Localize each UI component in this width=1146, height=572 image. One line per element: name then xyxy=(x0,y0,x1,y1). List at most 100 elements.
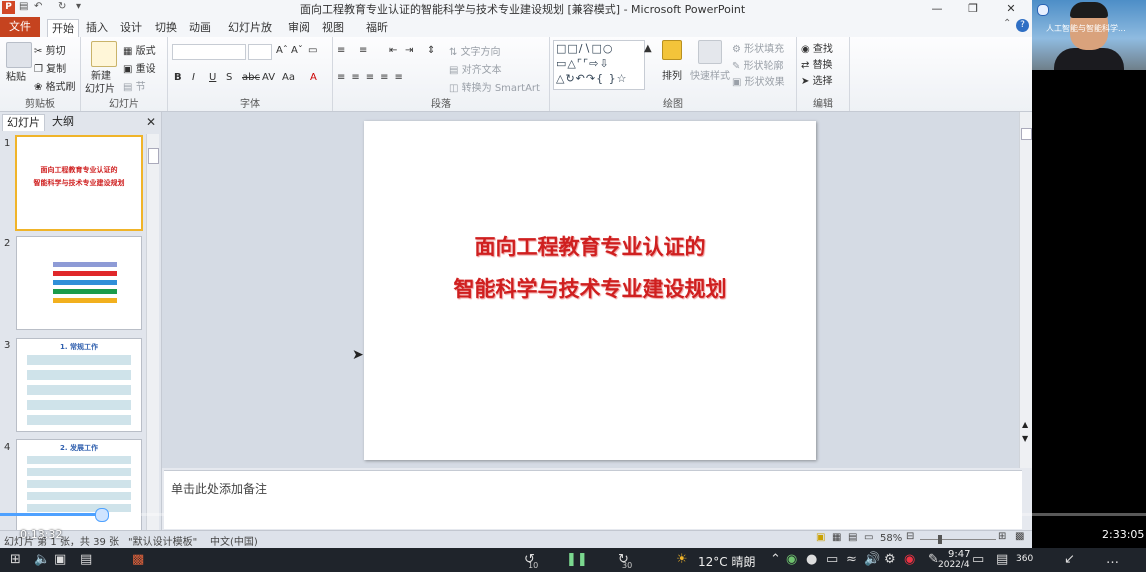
cut-button[interactable]: ✂ 剪切 xyxy=(34,42,66,57)
change-case-icon[interactable]: Aa xyxy=(282,72,295,83)
bold-icon[interactable]: B xyxy=(174,72,182,83)
security-icon[interactable]: ◉ xyxy=(904,552,915,567)
numbering-icon[interactable]: ≡ xyxy=(359,45,367,56)
panel-scrollbar[interactable] xyxy=(146,134,159,530)
slide-thumbnail-1[interactable]: 面向工程教育专业认证的 智能科学与技术专业建设规划 xyxy=(15,135,143,231)
shape-effects-button[interactable]: ▣ 形状效果 xyxy=(732,73,785,88)
volume-icon[interactable]: 🔈 xyxy=(34,552,50,567)
arrange-icon[interactable] xyxy=(662,40,682,60)
reading-view-icon[interactable]: ▤ xyxy=(848,532,857,543)
select-button[interactable]: ➤ 选择 xyxy=(801,72,833,87)
grow-font-icon[interactable]: Aˆ Aˇ xyxy=(276,45,303,56)
tab-design[interactable]: 设计 xyxy=(118,19,144,37)
taskview-icon[interactable]: ▤ xyxy=(80,552,92,567)
battery-icon[interactable]: ▭ xyxy=(826,552,838,567)
redo-icon[interactable]: ↻ xyxy=(58,1,66,12)
paste-icon[interactable] xyxy=(6,42,32,68)
clear-format-icon[interactable]: ▭ xyxy=(308,45,317,56)
windows-start-icon[interactable]: ⊞ xyxy=(10,552,21,567)
tab-home[interactable]: 开始 xyxy=(47,19,79,38)
slide-title-line1[interactable]: 面向工程教育专业认证的 xyxy=(364,231,816,261)
customize-toolbar-icon[interactable]: ▾ xyxy=(76,1,81,12)
align-text-button[interactable]: ▤ 对齐文本 xyxy=(449,61,502,76)
display-icon[interactable]: ▭ xyxy=(972,552,984,567)
tab-insert[interactable]: 插入 xyxy=(84,19,110,37)
zoom-level[interactable]: 58% xyxy=(880,533,902,544)
arrange-button[interactable]: 排列 xyxy=(662,67,682,82)
tab-foxit-pdf[interactable]: 福昕PDF xyxy=(356,19,398,52)
layout-button[interactable]: ▦ 版式 xyxy=(123,42,156,57)
underline-icon[interactable]: U xyxy=(209,72,216,83)
shadow-icon[interactable]: S xyxy=(226,72,232,83)
collapse-ribbon-icon[interactable]: ⌃ xyxy=(1003,18,1011,29)
slide-canvas[interactable]: 面向工程教育专业认证的 智能科学与技术专业建设规划 xyxy=(364,121,816,460)
text-direction-button[interactable]: ⇅ 文字方向 xyxy=(449,43,501,58)
quick-styles-icon[interactable] xyxy=(698,40,722,64)
pause-icon[interactable]: ❚❚ xyxy=(566,552,588,567)
slide-sorter-icon[interactable]: ▦ xyxy=(832,532,841,543)
badge-360[interactable]: 360 xyxy=(1016,554,1033,564)
increase-indent-icon[interactable]: ⇥ xyxy=(405,45,413,56)
new-slide-button-label[interactable]: 幻灯片 xyxy=(85,80,115,95)
tab-slideshow[interactable]: 幻灯片放映 xyxy=(224,19,276,52)
tab-transitions[interactable]: 切换 xyxy=(153,19,179,37)
shrink-icon[interactable]: ↙ xyxy=(1064,552,1075,567)
app-icon[interactable]: ▣ xyxy=(54,552,66,567)
find-button[interactable]: ◉ 查找 xyxy=(801,40,833,55)
italic-icon[interactable]: I xyxy=(192,72,195,83)
undo-icon[interactable]: ↶ xyxy=(34,1,42,12)
font-color-icon[interactable]: A xyxy=(310,72,317,83)
zoom-out-icon[interactable]: ⊟ xyxy=(906,531,914,542)
slideshow-icon[interactable]: ▭ xyxy=(864,532,873,543)
next-slide-icon[interactable]: ▼ xyxy=(1022,434,1028,443)
normal-view-icon[interactable]: ▣ xyxy=(816,532,825,543)
slide-thumbnail-3[interactable]: 1. 常规工作 xyxy=(16,338,142,432)
panel-scroll-thumb[interactable] xyxy=(148,148,159,164)
wifi-icon[interactable]: ≈ xyxy=(846,552,857,567)
new-slide-icon[interactable] xyxy=(91,41,117,67)
slide-scroll-thumb[interactable] xyxy=(1021,128,1032,140)
settings-icon[interactable]: ⚙ xyxy=(884,552,896,567)
zoom-slider-handle[interactable] xyxy=(938,535,942,544)
tab-outline-panel[interactable]: 大纲 xyxy=(48,114,78,130)
slide-thumbnail-4[interactable]: 2. 发展工作 xyxy=(16,439,142,533)
section-button[interactable]: ▤ 节 xyxy=(123,78,146,93)
tab-review[interactable]: 审阅 xyxy=(286,19,312,37)
slide-thumbnail-2[interactable] xyxy=(16,236,142,330)
tab-view[interactable]: 视图 xyxy=(320,19,346,37)
tab-slides-panel[interactable]: 幻灯片 xyxy=(2,114,45,131)
mic-icon[interactable]: ● xyxy=(806,552,817,567)
bullets-icon[interactable]: ≡ xyxy=(337,45,345,56)
prev-slide-icon[interactable]: ▲ xyxy=(1022,420,1028,429)
fit-slide-icon[interactable]: ▩ xyxy=(1015,531,1024,542)
close-icon[interactable]: ✕ xyxy=(996,0,1026,17)
zoom-slider[interactable] xyxy=(920,539,996,540)
character-spacing-icon[interactable]: AV xyxy=(262,72,275,83)
powerpoint-taskbar-icon[interactable]: ▩ xyxy=(132,552,144,567)
slide-scrollbar[interactable]: ▲ ▼ xyxy=(1019,112,1032,468)
alignment-icons[interactable]: ≡≡≡≡≡ xyxy=(337,72,409,83)
font-size-select[interactable] xyxy=(248,44,272,60)
notes-placeholder[interactable]: 单击此处添加备注 xyxy=(171,480,267,497)
paste-button[interactable]: 粘贴 xyxy=(6,68,26,83)
quick-styles-button[interactable]: 快速样式 xyxy=(690,67,730,82)
font-name-select[interactable] xyxy=(172,44,246,60)
gallery-scroll-icon[interactable]: ▲ xyxy=(644,43,652,54)
shape-fill-button[interactable]: ⚙ 形状填充 xyxy=(732,40,784,55)
reset-button[interactable]: ▣ 重设 xyxy=(123,60,156,75)
restore-icon[interactable]: ❐ xyxy=(958,0,988,17)
format-painter-button[interactable]: ❀ 格式刷 xyxy=(34,78,76,93)
line-spacing-icon[interactable]: ⇕ xyxy=(427,45,435,56)
replace-button[interactable]: ⇄ 替换 xyxy=(801,56,833,71)
minimize-icon[interactable]: — xyxy=(922,0,952,17)
more-options-icon[interactable]: … xyxy=(1106,552,1121,567)
pen-icon[interactable]: ✎ xyxy=(928,552,939,567)
close-panel-icon[interactable]: ✕ xyxy=(146,115,156,129)
tray-app-icon[interactable]: ◉ xyxy=(786,552,797,567)
shape-outline-button[interactable]: ✎ 形状轮廓 xyxy=(732,57,784,72)
smartart-button[interactable]: ◫ 转换为 SmartArt xyxy=(449,79,540,94)
tab-animations[interactable]: 动画 xyxy=(187,19,213,37)
notification-icon[interactable]: ▤ xyxy=(996,552,1008,567)
save-icon[interactable]: ▤ xyxy=(19,1,28,12)
slide-title-line2[interactable]: 智能科学与技术专业建设规划 xyxy=(364,273,816,303)
